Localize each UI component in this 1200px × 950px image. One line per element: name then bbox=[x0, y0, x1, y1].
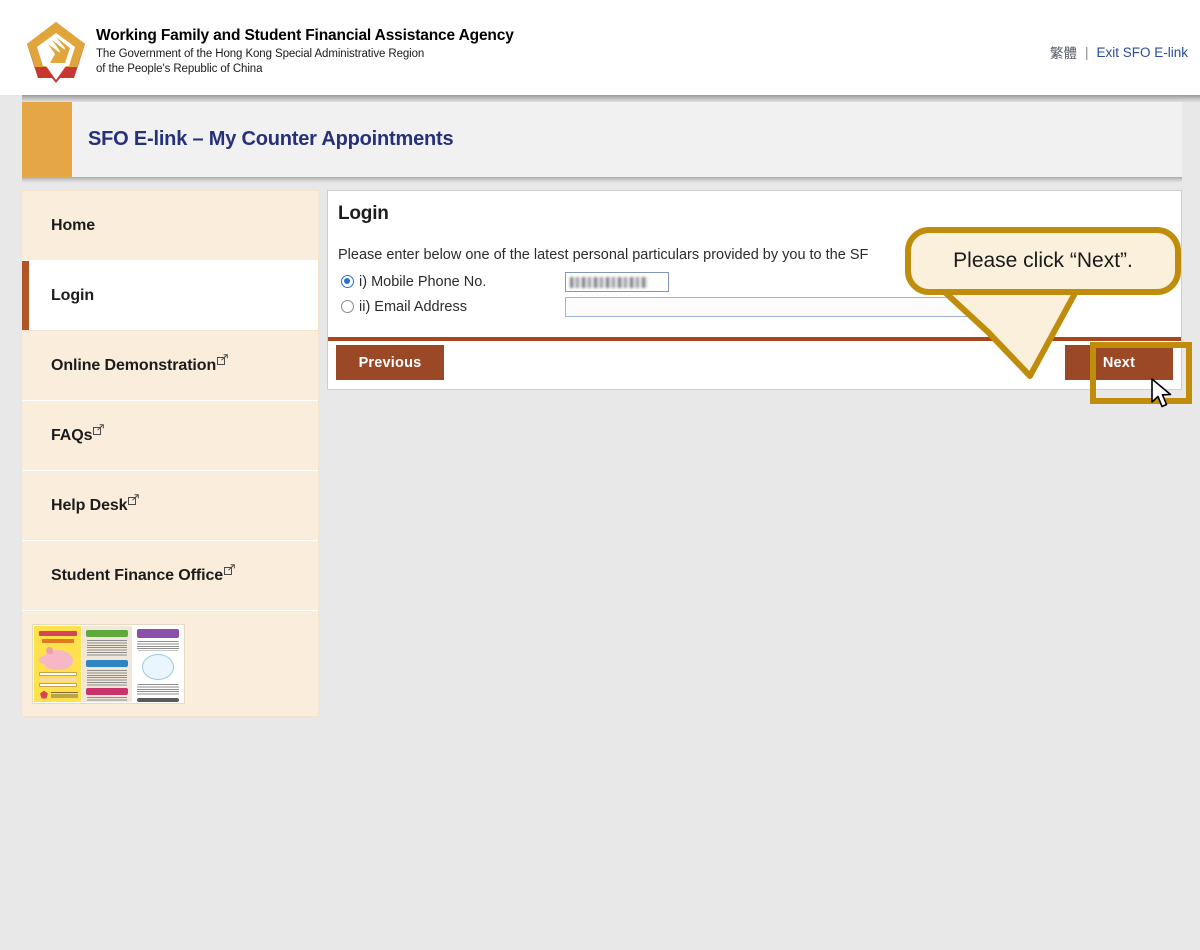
option-label-mobile-phone: i) Mobile Phone No. bbox=[359, 273, 487, 290]
sidebar-item-student-finance-office[interactable]: Student Finance Office bbox=[22, 541, 318, 611]
mobile-phone-input[interactable] bbox=[565, 271, 669, 292]
page-root: Working Family and Student Financial Ass… bbox=[0, 0, 1200, 950]
callout-text: Please click “Next”. bbox=[953, 249, 1133, 272]
header-links: 繁體 | Exit SFO E-link bbox=[1050, 42, 1188, 62]
title-bar-accent-block bbox=[22, 102, 72, 177]
header-shadow bbox=[22, 95, 1200, 102]
redacted-value-overlay bbox=[570, 276, 648, 288]
sidebar-nav: Home Login Online Demonstration FAQs Hel… bbox=[21, 190, 319, 717]
org-subtitle-line-2: of the People's Republic of China bbox=[96, 63, 263, 76]
radio-mobile-phone[interactable] bbox=[341, 275, 354, 288]
wfsfaa-pentagon-logo-icon bbox=[25, 20, 87, 86]
option-label-email-address: ii) Email Address bbox=[359, 298, 467, 315]
sidebar-item-label: Home bbox=[51, 216, 96, 234]
title-bar-shadow bbox=[22, 177, 1182, 183]
organisation-name-block: Working Family and Student Financial Ass… bbox=[96, 27, 514, 77]
login-heading: Login bbox=[338, 203, 389, 224]
mouse-pointer-icon bbox=[1151, 378, 1172, 408]
previous-button[interactable]: Previous bbox=[336, 345, 444, 380]
site-header: Working Family and Student Financial Ass… bbox=[0, 0, 1200, 95]
sidebar-item-faqs[interactable]: FAQs bbox=[22, 401, 318, 471]
header-link-separator: | bbox=[1084, 44, 1089, 60]
student-financial-management-leaflet-image bbox=[32, 623, 185, 704]
page-title-bar: SFO E-link – My Counter Appointments bbox=[22, 102, 1182, 177]
callout-tail bbox=[933, 280, 1083, 379]
org-subtitle-line-1: The Government of the Hong Kong Special … bbox=[96, 47, 425, 60]
external-link-icon bbox=[93, 423, 105, 435]
instruction-callout: Please click “Next”. bbox=[905, 227, 1181, 295]
sidebar-item-label: Login bbox=[51, 286, 95, 304]
radio-email-address[interactable] bbox=[341, 300, 354, 313]
leaflet-panel-orange bbox=[82, 625, 132, 702]
sidebar-item-help-desk[interactable]: Help Desk bbox=[22, 471, 318, 541]
sidebar-item-online-demonstration[interactable]: Online Demonstration bbox=[22, 331, 318, 401]
external-link-icon bbox=[217, 353, 228, 365]
exit-sfo-elink-link[interactable]: Exit SFO E-link bbox=[1096, 45, 1188, 60]
sidebar-item-label: Student Finance Office bbox=[51, 566, 224, 584]
page-title: SFO E-link – My Counter Appointments bbox=[88, 128, 454, 150]
external-link-icon bbox=[128, 493, 140, 505]
sidebar-leaflet-banner[interactable] bbox=[22, 611, 318, 716]
external-link-icon bbox=[224, 563, 235, 575]
leaflet-panel-purple bbox=[132, 625, 183, 702]
language-switch-link[interactable]: 繁體 bbox=[1050, 42, 1077, 62]
sidebar-item-home[interactable]: Home bbox=[22, 191, 318, 261]
header-shadow-left bbox=[0, 95, 22, 102]
sidebar-item-label: Online Demonstration bbox=[51, 356, 217, 374]
sidebar-item-label: FAQs bbox=[51, 426, 93, 444]
leaflet-panel-yellow bbox=[34, 625, 82, 702]
org-title: Working Family and Student Financial Ass… bbox=[96, 27, 514, 44]
sidebar-item-label: Help Desk bbox=[51, 496, 128, 514]
sidebar-item-login[interactable]: Login bbox=[22, 261, 318, 331]
